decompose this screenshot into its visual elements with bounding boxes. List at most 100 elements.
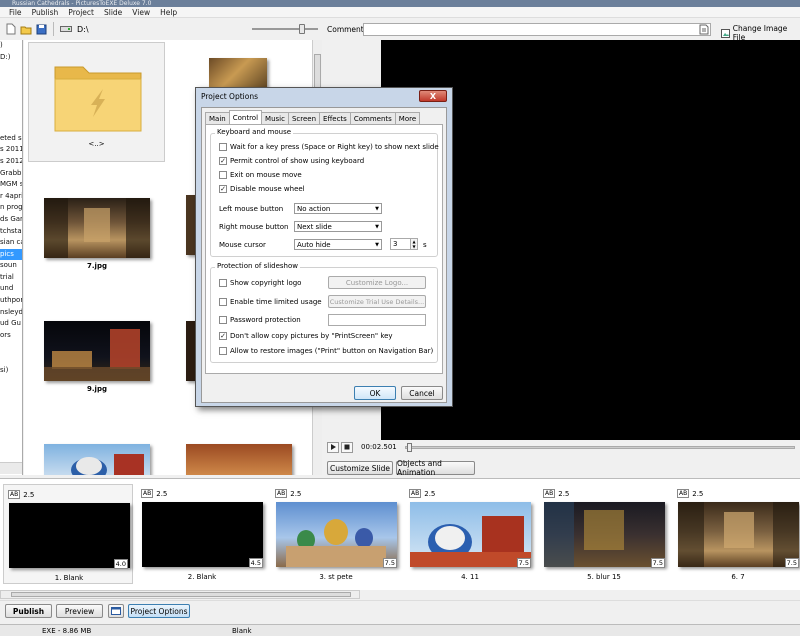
slide-list-scrollbar[interactable] <box>0 590 360 599</box>
slide-item[interactable]: AB 2.5 7.5 5. blur 15 <box>539 484 669 584</box>
transition-ab-icon[interactable]: AB <box>141 489 154 498</box>
tab-more[interactable]: More <box>394 112 421 124</box>
tree-item[interactable] <box>0 86 22 98</box>
tree-item[interactable] <box>0 121 22 133</box>
tab-main[interactable]: Main <box>205 112 230 124</box>
tab-effects[interactable]: Effects <box>319 112 351 124</box>
scrollbar-thumb[interactable] <box>11 592 351 597</box>
slide-duration[interactable]: 7.5 <box>516 558 531 568</box>
comment-edit-icon[interactable] <box>699 24 709 35</box>
checkbox-box[interactable]: ✓ <box>219 185 227 193</box>
tree-item[interactable]: D:) <box>0 52 22 64</box>
checkbox-box[interactable] <box>219 316 227 324</box>
menu-file[interactable]: File <box>4 8 27 17</box>
checkbox-box[interactable] <box>219 171 227 179</box>
customize-trial-button[interactable]: Customize Trial Use Details... <box>328 295 426 308</box>
tree-item[interactable]: pics <box>0 248 22 261</box>
transition-ab-icon[interactable]: AB <box>8 490 21 499</box>
slide-item[interactable]: AB 2.5 7.5 4. 11 <box>405 484 535 584</box>
tree-item[interactable] <box>0 110 22 122</box>
tree-item[interactable]: r 4april <box>0 191 22 203</box>
menu-view[interactable]: View <box>127 8 155 17</box>
comment-input[interactable] <box>363 23 711 36</box>
thumbnail-size-slider-handle[interactable] <box>299 24 305 34</box>
ok-button[interactable]: OK <box>354 386 396 400</box>
open-folder-icon[interactable] <box>20 23 32 35</box>
exit-on-mouse-move-checkbox[interactable]: Exit on mouse move <box>219 171 302 179</box>
checkbox-box[interactable] <box>219 347 227 355</box>
slide-duration[interactable]: 7.5 <box>784 558 799 568</box>
cursor-hide-seconds-input[interactable]: 3 <box>390 238 412 250</box>
tree-item[interactable]: s 2012 <box>0 156 22 168</box>
transition-ab-icon[interactable]: AB <box>543 489 556 498</box>
preview-button[interactable]: Preview <box>56 604 103 618</box>
cancel-button[interactable]: Cancel <box>401 386 443 400</box>
tab-music[interactable]: Music <box>261 112 289 124</box>
menu-project[interactable]: Project <box>63 8 99 17</box>
tab-comments[interactable]: Comments <box>349 112 396 124</box>
stop-button[interactable] <box>341 441 353 453</box>
window-mode-button[interactable] <box>108 604 124 618</box>
tree-item[interactable]: soun <box>0 260 22 272</box>
tree-item[interactable]: Grabb <box>0 168 22 180</box>
slide-item[interactable]: AB 2.5 4.0 1. Blank <box>3 484 133 584</box>
tree-item[interactable] <box>0 341 22 353</box>
customize-logo-button[interactable]: Customize Logo... <box>328 276 426 289</box>
left-mouse-select[interactable]: No action ▼ <box>294 203 382 214</box>
slide-item[interactable]: AB 2.5 7.5 3. st pete <box>271 484 401 584</box>
transition-ab-icon[interactable]: AB <box>409 489 422 498</box>
transition-ab-icon[interactable]: AB <box>275 489 288 498</box>
save-icon[interactable] <box>35 23 47 35</box>
tree-item[interactable]: tchsta <box>0 226 22 238</box>
password-protection-checkbox[interactable]: Password protection <box>219 316 301 324</box>
project-options-button[interactable]: Project Options <box>128 604 190 618</box>
tree-item[interactable]: ds Gar <box>0 214 22 226</box>
permit-keyboard-checkbox[interactable]: ✓ Permit control of show using keyboard <box>219 157 364 165</box>
tree-item[interactable] <box>0 98 22 110</box>
wait-key-press-checkbox[interactable]: Wait for a key press (Space or Right key… <box>219 143 439 151</box>
slide-item[interactable]: AB 2.5 4.5 2. Blank <box>137 484 267 584</box>
seconds-spinner[interactable]: ▲ ▼ <box>410 238 418 250</box>
slide-duration[interactable]: 4.5 <box>248 558 263 568</box>
checkbox-box[interactable] <box>219 143 227 151</box>
menu-help[interactable]: Help <box>155 8 182 17</box>
folder-tree[interactable]: )D:) eted sls 2011s 2012GrabbMGM sr 4apri… <box>0 40 23 475</box>
slide-item[interactable]: AB 2.5 7.5 6. 7 <box>673 484 800 584</box>
allow-restore-images-checkbox[interactable]: Allow to restore images ("Print" button … <box>219 347 433 355</box>
tree-item[interactable]: ) <box>0 40 22 52</box>
tree-item[interactable]: n prog <box>0 202 22 214</box>
time-limited-usage-checkbox[interactable]: Enable time limited usage <box>219 298 322 306</box>
transition-ab-icon[interactable]: AB <box>677 489 690 498</box>
slide-duration[interactable]: 4.0 <box>113 559 128 569</box>
show-copyright-logo-checkbox[interactable]: Show copyright logo <box>219 279 301 287</box>
timeline-handle[interactable] <box>406 442 412 452</box>
dialog-close-button[interactable]: X <box>419 90 447 102</box>
parent-folder-item[interactable]: <..> <box>28 42 165 162</box>
folder-tree-scrollbar[interactable] <box>0 462 22 474</box>
slide-duration[interactable]: 7.5 <box>382 558 397 568</box>
checkbox-box[interactable]: ✓ <box>219 332 227 340</box>
mouse-cursor-select[interactable]: Auto hide ▼ <box>294 239 382 250</box>
tree-item[interactable]: s 2011 <box>0 144 22 156</box>
tree-item[interactable]: eted sl <box>0 133 22 145</box>
right-mouse-select[interactable]: Next slide ▼ <box>294 221 382 232</box>
tree-item[interactable]: uthpor <box>0 295 22 307</box>
tab-screen[interactable]: Screen <box>287 112 321 124</box>
publish-button[interactable]: Publish <box>5 604 52 618</box>
tab-control[interactable]: Control <box>228 110 263 124</box>
tree-item[interactable]: ud Gu <box>0 318 22 330</box>
menu-slide[interactable]: Slide <box>99 8 127 17</box>
tree-item[interactable] <box>0 353 22 365</box>
checkbox-box[interactable] <box>219 298 227 306</box>
tree-item[interactable]: sian ca <box>0 237 22 249</box>
new-file-icon[interactable] <box>5 23 17 35</box>
playback-timeline[interactable] <box>404 442 795 452</box>
tree-item[interactable]: si) <box>0 365 22 377</box>
checkbox-box[interactable] <box>219 279 227 287</box>
checkbox-box[interactable]: ✓ <box>219 157 227 165</box>
customize-slide-button[interactable]: Customize Slide <box>327 461 393 475</box>
tree-item[interactable] <box>0 63 22 75</box>
tree-item[interactable]: trial <box>0 272 22 284</box>
menu-publish[interactable]: Publish <box>27 8 64 17</box>
tree-item[interactable]: MGM s <box>0 179 22 191</box>
